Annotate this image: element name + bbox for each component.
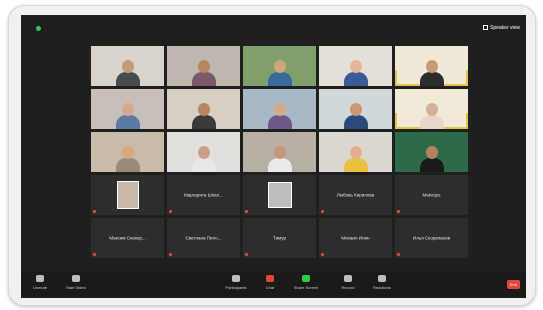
reactions-button[interactable]: Reactions: [367, 275, 397, 290]
video-label: Start Video: [66, 285, 86, 290]
participant-tile[interactable]: [167, 46, 240, 86]
participant-tile[interactable]: Максим Сковор...: [91, 218, 164, 258]
participant-video: [419, 103, 444, 129]
mic-button[interactable]: Unmute: [25, 275, 55, 290]
muted-mic-icon: [397, 253, 400, 256]
muted-mic-icon: [245, 210, 248, 213]
participants-button[interactable]: Participants: [221, 275, 251, 290]
record-label: Record: [341, 285, 355, 290]
participants-icon: [232, 275, 240, 282]
participant-tile[interactable]: [91, 89, 164, 129]
participant-name: Тимур: [273, 235, 286, 241]
participant-tile[interactable]: [395, 46, 468, 86]
participant-tile[interactable]: [91, 132, 164, 172]
participant-tile[interactable]: [319, 89, 392, 129]
share-label: Share Screen: [293, 285, 319, 290]
participant-video: [267, 60, 292, 86]
reactions-icon: [378, 275, 386, 282]
participant-name: Matvejus: [422, 192, 441, 198]
chat-label: Chat: [265, 285, 275, 290]
muted-mic-icon: [321, 253, 324, 256]
participant-video: [115, 103, 140, 129]
security-shield-icon[interactable]: [36, 26, 41, 31]
participant-tile[interactable]: [395, 89, 468, 129]
muted-mic-icon: [397, 210, 400, 213]
participant-tile[interactable]: [243, 46, 316, 86]
participant-tile[interactable]: Светлана Пило...: [167, 218, 240, 258]
participant-video: [419, 146, 444, 172]
participant-video: [191, 60, 216, 86]
profile-picture: [267, 182, 292, 208]
participant-video: [267, 146, 292, 172]
microphone-icon: [36, 275, 44, 282]
participant-tile[interactable]: Илья Скорапанов: [395, 218, 468, 258]
participant-video: [115, 146, 140, 172]
end-meeting-button[interactable]: End: [507, 280, 520, 289]
participant-tile[interactable]: [167, 132, 240, 172]
participant-tile[interactable]: [167, 89, 240, 129]
record-icon: [344, 275, 352, 282]
muted-mic-icon: [169, 210, 172, 213]
participant-tile[interactable]: Любовь Кирилова: [319, 175, 392, 215]
gallery-view: Маргарита Шпал... Любовь Кирилова Matvejus…: [91, 46, 469, 298]
view-toggle-label: Speaker view: [489, 24, 520, 31]
participant-tile[interactable]: Тимур: [243, 218, 316, 258]
video-camera-icon: [72, 275, 80, 282]
participant-tile[interactable]: [319, 132, 392, 172]
share-button[interactable]: Share Screen: [291, 275, 321, 290]
participant-video: [343, 60, 368, 86]
participant-video: [419, 60, 444, 86]
muted-mic-icon: [321, 210, 324, 213]
participant-tile[interactable]: [243, 175, 316, 215]
mic-label: Unmute: [32, 285, 47, 290]
record-button[interactable]: Record: [333, 275, 363, 290]
view-toggle-button[interactable]: Speaker view: [482, 23, 520, 32]
participant-name: Илья Скорапанов: [413, 235, 450, 241]
muted-mic-icon: [169, 253, 172, 256]
video-button[interactable]: Start Video: [61, 275, 91, 290]
participant-tile[interactable]: Matvejus: [395, 175, 468, 215]
participant-name: Светлана Пило...: [185, 235, 222, 241]
share-screen-icon: [302, 275, 310, 282]
chat-icon: [266, 275, 274, 282]
participant-video: [191, 146, 216, 172]
participant-tile[interactable]: Маргарита Шпал...: [167, 175, 240, 215]
participants-label: Participants: [225, 285, 247, 290]
chat-button[interactable]: Chat: [255, 275, 285, 290]
participant-video: [343, 103, 368, 129]
muted-mic-icon: [93, 253, 96, 256]
participant-tile[interactable]: [319, 46, 392, 86]
participant-tile[interactable]: [243, 89, 316, 129]
participant-video: [191, 103, 216, 129]
participant-video: [343, 146, 368, 172]
participant-video: [267, 103, 292, 129]
meeting-toolbar: End Unmute Start Video Participants Chat Sha…: [21, 272, 526, 298]
participant-tile[interactable]: Михаил Илин: [319, 218, 392, 258]
muted-mic-icon: [93, 210, 96, 213]
participant-name: Маргарита Шпал...: [183, 192, 224, 198]
profile-picture: [116, 181, 139, 209]
participant-name: Максим Сковор...: [109, 235, 146, 241]
participant-tile[interactable]: [91, 175, 164, 215]
participant-name: Любовь Кирилова: [336, 192, 375, 198]
muted-mic-icon: [245, 253, 248, 256]
participant-video: [115, 60, 140, 86]
participant-tile[interactable]: [91, 46, 164, 86]
participant-name: Михаил Илин: [341, 235, 370, 241]
zoom-meeting-window: Speaker view Маргарита Шпал... Любовь Кир…: [21, 15, 526, 298]
grid-view-icon: [482, 25, 488, 30]
reactions-label: Reactions: [373, 285, 391, 290]
participant-tile[interactable]: [395, 132, 468, 172]
participant-tile[interactable]: [243, 132, 316, 172]
